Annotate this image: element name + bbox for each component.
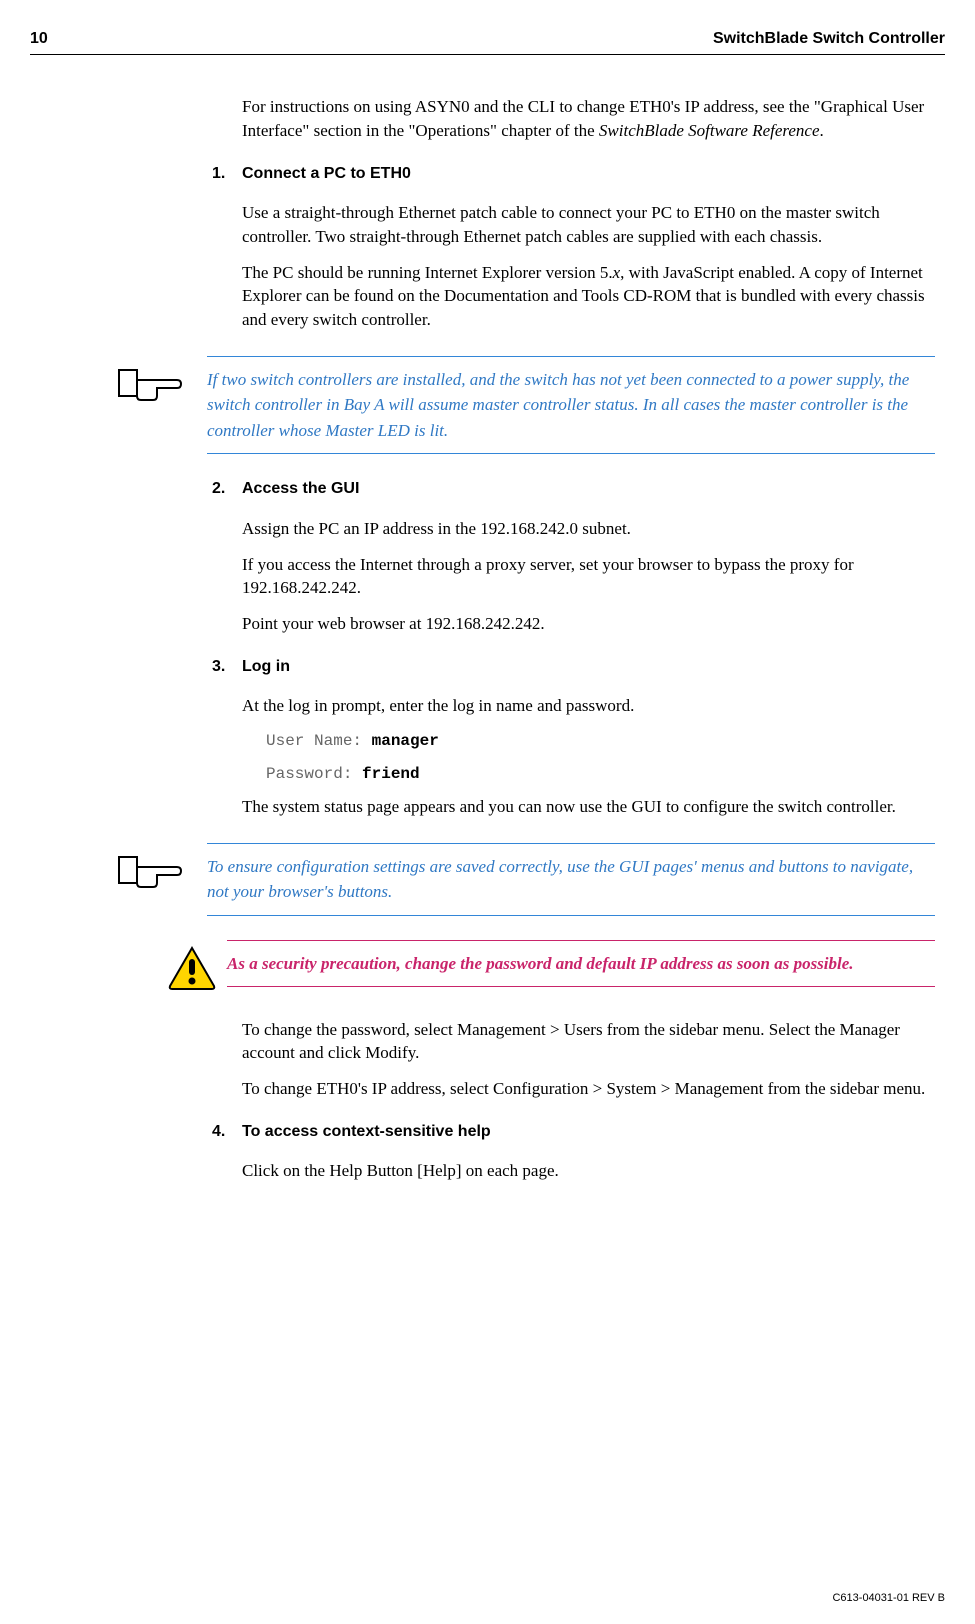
note-2-text: To ensure configuration settings are sav…	[207, 843, 935, 916]
page-header: 10 SwitchBlade Switch Controller	[30, 30, 945, 55]
step-1-title: 1.Connect a PC to ETH0	[212, 163, 935, 185]
note-block-1: If two switch controllers are installed,…	[117, 356, 935, 455]
note-block-2: To ensure configuration settings are sav…	[117, 843, 935, 916]
step-3-title: 3.Log in	[212, 656, 935, 678]
section-title: SwitchBlade Switch Controller	[713, 30, 945, 48]
step-3-p1: At the log in prompt, enter the log in n…	[242, 694, 935, 718]
step-2-title: 2.Access the GUI	[212, 478, 935, 500]
note-1-text: If two switch controllers are installed,…	[207, 356, 935, 455]
pointing-hand-icon	[117, 364, 187, 411]
main-content: For instructions on using ASYN0 and the …	[242, 95, 935, 1183]
intro-paragraph: For instructions on using ASYN0 and the …	[242, 95, 935, 143]
pointing-hand-icon	[117, 851, 187, 898]
step-3-p2: The system status page appears and you c…	[242, 795, 935, 819]
step-1-p1: Use a straight-through Ethernet patch ca…	[242, 201, 935, 249]
page-number: 10	[30, 30, 48, 48]
page: 10 SwitchBlade Switch Controller For ins…	[0, 0, 975, 1624]
after-caution-p2: To change ETH0's IP address, select Conf…	[242, 1077, 935, 1101]
caution-block: As a security precaution, change the pas…	[167, 940, 935, 998]
step-4-title: 4.To access context-sensitive help	[212, 1121, 935, 1143]
step-1-p2: The PC should be running Internet Explor…	[242, 261, 935, 332]
step-4-p1: Click on the Help Button [Help] on each …	[242, 1159, 935, 1183]
code-password: Password: friend	[266, 763, 935, 785]
step-2-p2: If you access the Internet through a pro…	[242, 553, 935, 601]
document-id: C613-04031-01 REV B	[832, 1592, 945, 1604]
after-caution-p1: To change the password, select Managemen…	[242, 1018, 935, 1066]
warning-triangle-icon	[167, 946, 217, 998]
reference-title: SwitchBlade Software Reference	[599, 121, 820, 140]
code-username: User Name: manager	[266, 730, 935, 752]
step-2-p1: Assign the PC an IP address in the 192.1…	[242, 517, 935, 541]
step-2-p3: Point your web browser at 192.168.242.24…	[242, 612, 935, 636]
caution-text: As a security precaution, change the pas…	[227, 940, 935, 988]
